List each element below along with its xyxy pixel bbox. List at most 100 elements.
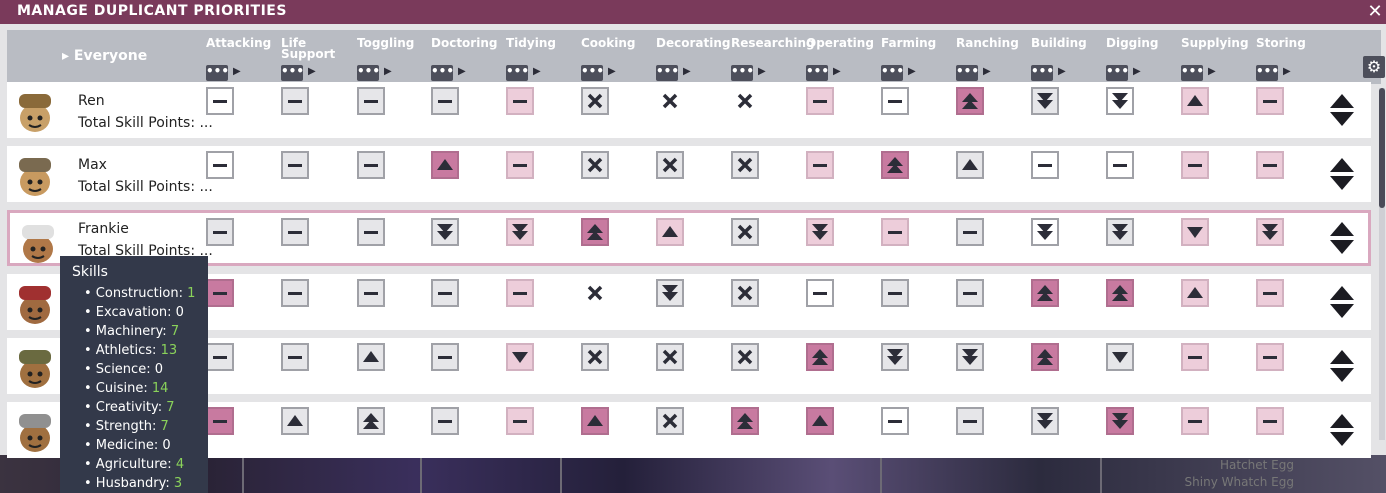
reorder-arrows-icon[interactable] (1329, 92, 1355, 128)
priority-disabled-icon[interactable] (656, 407, 684, 435)
column-label[interactable]: Ranching (956, 37, 1026, 60)
priority-standard-icon[interactable] (281, 343, 309, 371)
priority-very-low-icon[interactable] (431, 218, 459, 246)
reorder-arrows-icon[interactable] (1329, 220, 1355, 256)
priority-disabled-icon[interactable] (731, 87, 759, 115)
column-expand-icon[interactable]: ▶ (1208, 66, 1216, 77)
reorder-arrows-icon[interactable] (1329, 156, 1355, 192)
priority-disabled-icon[interactable] (581, 343, 609, 371)
priority-standard-icon[interactable] (281, 151, 309, 179)
priority-very-low-icon[interactable] (956, 343, 984, 371)
column-priority-button[interactable]: ••• (806, 65, 829, 81)
column-expand-icon[interactable]: ▶ (458, 66, 466, 77)
column-label[interactable]: Life Support (281, 37, 351, 60)
priority-standard-icon[interactable] (956, 407, 984, 435)
priority-very-high-icon[interactable] (581, 218, 609, 246)
priority-disabled-icon[interactable] (731, 343, 759, 371)
priority-very-low-icon[interactable] (1106, 407, 1134, 435)
column-expand-icon[interactable]: ▶ (308, 66, 316, 77)
priority-standard-icon[interactable] (506, 407, 534, 435)
column-label[interactable]: Storing (1256, 37, 1326, 60)
column-priority-button[interactable]: ••• (731, 65, 754, 81)
column-priority-button[interactable]: ••• (956, 65, 979, 81)
priority-standard-icon[interactable] (506, 87, 534, 115)
priority-standard-icon[interactable] (281, 87, 309, 115)
priority-very-low-icon[interactable] (1256, 218, 1284, 246)
priority-standard-icon[interactable] (1181, 151, 1209, 179)
column-label[interactable]: Operating (806, 37, 876, 60)
priority-high-icon[interactable] (656, 218, 684, 246)
priority-high-icon[interactable] (357, 343, 385, 371)
duplicant-row[interactable] (7, 274, 1371, 330)
priority-standard-icon[interactable] (281, 279, 309, 307)
column-label[interactable]: Farming (881, 37, 951, 60)
priority-very-high-icon[interactable] (881, 151, 909, 179)
priority-high-icon[interactable] (956, 151, 984, 179)
priority-standard-icon[interactable] (206, 279, 234, 307)
column-priority-button[interactable]: ••• (281, 65, 304, 81)
priority-disabled-icon[interactable] (581, 279, 609, 307)
everyone-toggle[interactable]: ▸ Everyone (62, 48, 147, 64)
priority-low-icon[interactable] (1106, 343, 1134, 371)
priority-standard-icon[interactable] (881, 87, 909, 115)
priority-standard-icon[interactable] (1106, 151, 1134, 179)
priority-disabled-icon[interactable] (731, 279, 759, 307)
priority-standard-icon[interactable] (1256, 87, 1284, 115)
reorder-arrows-icon[interactable] (1329, 412, 1355, 448)
priority-very-low-icon[interactable] (656, 279, 684, 307)
column-label[interactable]: Researching (731, 37, 815, 60)
column-label[interactable]: Tidying (506, 37, 576, 60)
priority-standard-icon[interactable] (206, 407, 234, 435)
priority-standard-icon[interactable] (881, 218, 909, 246)
column-label[interactable]: Supplying (1181, 37, 1251, 60)
priority-standard-icon[interactable] (431, 279, 459, 307)
priority-very-low-icon[interactable] (1106, 87, 1134, 115)
priority-high-icon[interactable] (281, 407, 309, 435)
close-icon[interactable]: ✕ (1365, 2, 1385, 22)
priority-disabled-icon[interactable] (656, 87, 684, 115)
priority-standard-icon[interactable] (281, 218, 309, 246)
priority-standard-icon[interactable] (357, 87, 385, 115)
priority-standard-icon[interactable] (806, 87, 834, 115)
priority-very-high-icon[interactable] (956, 87, 984, 115)
column-expand-icon[interactable]: ▶ (608, 66, 616, 77)
priority-very-high-icon[interactable] (1031, 279, 1059, 307)
priority-standard-icon[interactable] (206, 151, 234, 179)
priority-standard-icon[interactable] (431, 407, 459, 435)
priority-low-icon[interactable] (506, 343, 534, 371)
priority-standard-icon[interactable] (357, 279, 385, 307)
column-label[interactable]: Building (1031, 37, 1101, 60)
priority-disabled-icon[interactable] (656, 151, 684, 179)
column-expand-icon[interactable]: ▶ (533, 66, 541, 77)
column-expand-icon[interactable]: ▶ (758, 66, 766, 77)
column-priority-button[interactable]: ••• (506, 65, 529, 81)
column-priority-button[interactable]: ••• (1256, 65, 1279, 81)
column-priority-button[interactable]: ••• (656, 65, 679, 81)
priority-standard-icon[interactable] (506, 279, 534, 307)
column-expand-icon[interactable]: ▶ (833, 66, 841, 77)
column-priority-button[interactable]: ••• (881, 65, 904, 81)
column-priority-button[interactable]: ••• (1106, 65, 1129, 81)
priority-disabled-icon[interactable] (581, 151, 609, 179)
priority-high-icon[interactable] (1181, 279, 1209, 307)
priority-high-icon[interactable] (1181, 87, 1209, 115)
priority-very-low-icon[interactable] (881, 343, 909, 371)
priority-very-high-icon[interactable] (1031, 343, 1059, 371)
priority-high-icon[interactable] (581, 407, 609, 435)
reorder-arrows-icon[interactable] (1329, 348, 1355, 384)
column-expand-icon[interactable]: ▶ (1058, 66, 1066, 77)
column-expand-icon[interactable]: ▶ (1283, 66, 1291, 77)
priority-very-high-icon[interactable] (1106, 279, 1134, 307)
priority-very-low-icon[interactable] (506, 218, 534, 246)
column-label[interactable]: Attacking (206, 37, 276, 60)
column-priority-button[interactable]: ••• (581, 65, 604, 81)
priority-standard-icon[interactable] (431, 87, 459, 115)
priority-very-low-icon[interactable] (1031, 407, 1059, 435)
column-expand-icon[interactable]: ▶ (233, 66, 241, 77)
column-priority-button[interactable]: ••• (431, 65, 454, 81)
priority-very-low-icon[interactable] (1031, 218, 1059, 246)
column-priority-button[interactable]: ••• (1031, 65, 1054, 81)
duplicant-row[interactable] (7, 402, 1371, 458)
priority-standard-icon[interactable] (1256, 279, 1284, 307)
priority-very-high-icon[interactable] (806, 343, 834, 371)
